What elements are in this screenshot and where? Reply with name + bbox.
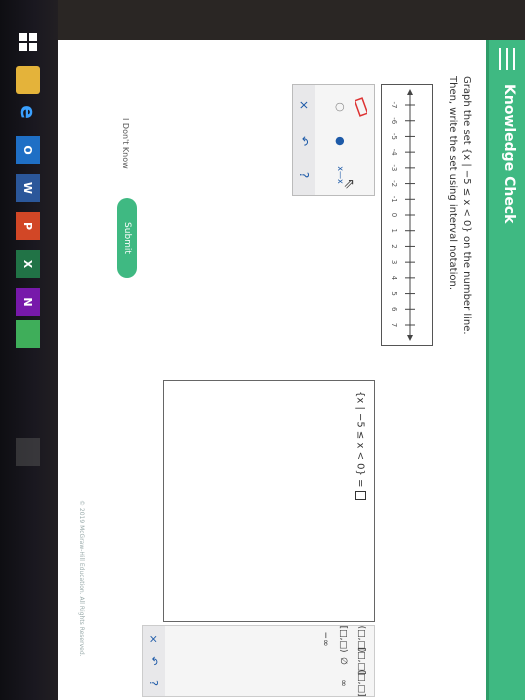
tick-label: 0 bbox=[390, 213, 398, 217]
excel-icon[interactable]: X bbox=[16, 250, 40, 278]
file-explorer-icon[interactable] bbox=[16, 66, 40, 94]
tick-label: -5 bbox=[390, 133, 398, 140]
app-icon[interactable] bbox=[16, 320, 40, 348]
knowledge-check-page: Knowledge Check Graph the set {x | −5 ≤ … bbox=[58, 40, 525, 700]
answer-expression-text: {x | −5 ≤ x < 0} = bbox=[354, 391, 366, 488]
closed-point-tool[interactable]: ● bbox=[332, 123, 350, 159]
tick-label: 1 bbox=[390, 228, 398, 232]
tick-label: -3 bbox=[390, 164, 398, 171]
pad-empty-set-button[interactable]: ∅ bbox=[336, 650, 350, 672]
clear-button[interactable]: × bbox=[293, 87, 315, 123]
windows-taskbar: e O W P X N bbox=[0, 0, 58, 700]
submit-button[interactable]: Submit bbox=[117, 198, 137, 278]
interval-notation-pad: (□,□) [□,□] (□,□] [□,□) ∅ ∞ −∞ bbox=[163, 625, 375, 697]
menu-icon[interactable] bbox=[497, 48, 517, 70]
screen: Knowledge Check Graph the set {x | −5 ≤ … bbox=[58, 40, 525, 700]
graph-tools-actions: × ↶ ? bbox=[292, 84, 315, 196]
mouse-cursor-icon: ⇖ bbox=[341, 178, 357, 190]
windows-start-icon[interactable] bbox=[16, 28, 40, 56]
dont-know-button[interactable]: I Don't Know bbox=[121, 118, 130, 169]
pad-closed-open-button[interactable]: [□,□) bbox=[336, 626, 350, 653]
desktop-icon[interactable] bbox=[16, 438, 40, 466]
tick-label: 6 bbox=[390, 307, 398, 312]
powerpoint-icon[interactable]: P bbox=[16, 212, 40, 240]
tick-label: 4 bbox=[390, 276, 398, 281]
tick-label: -2 bbox=[390, 180, 398, 187]
help-button[interactable]: ? bbox=[293, 157, 315, 193]
onenote-icon[interactable]: N bbox=[16, 288, 40, 316]
eraser-icon[interactable] bbox=[352, 89, 370, 125]
pad-actions: × ↶ ? bbox=[142, 625, 165, 697]
question-text: Graph the set {x | −5 ≤ x < 0} on the nu… bbox=[445, 76, 473, 335]
answer-input-box[interactable] bbox=[355, 490, 366, 500]
tick-label: -7 bbox=[390, 102, 398, 109]
number-line-graph[interactable]: -7 -6 -5 -4 -3 -2 -1 0 1 2 3 4 5 6 7 bbox=[381, 84, 433, 346]
pad-undo-button[interactable]: ↶ bbox=[143, 650, 165, 672]
tick-label: 5 bbox=[390, 291, 398, 295]
answer-expression: {x | −5 ≤ x < 0} = bbox=[354, 391, 366, 500]
page-title: Knowledge Check bbox=[501, 84, 517, 224]
question-line-1: Graph the set {x | −5 ≤ x < 0} on the nu… bbox=[461, 76, 472, 335]
answer-box[interactable]: {x | −5 ≤ x < 0} = bbox=[163, 380, 375, 622]
footer-copyright: © 2019 McGraw-Hill Education. All Rights… bbox=[78, 500, 85, 657]
word-icon[interactable]: W bbox=[16, 174, 40, 202]
pad-clear-button[interactable]: × bbox=[143, 628, 165, 650]
undo-button[interactable]: ↶ bbox=[293, 123, 315, 159]
tick-label: -1 bbox=[390, 196, 398, 203]
pad-neg-infinity-button[interactable]: −∞ bbox=[318, 628, 332, 650]
tick-label: -4 bbox=[390, 149, 398, 157]
pad-infinity-button[interactable]: ∞ bbox=[336, 672, 350, 694]
tick-label: 7 bbox=[390, 323, 398, 327]
pad-help-button[interactable]: ? bbox=[143, 672, 165, 694]
tick-label: 3 bbox=[390, 260, 398, 264]
header-bar: Knowledge Check bbox=[486, 40, 525, 700]
question-line-2: Then, write the set using interval notat… bbox=[447, 76, 458, 290]
edge-browser-icon[interactable]: e bbox=[16, 98, 40, 126]
tick-label: 2 bbox=[390, 244, 398, 248]
tick-label: -6 bbox=[390, 117, 398, 125]
open-point-tool[interactable]: ○ bbox=[332, 89, 350, 125]
number-line-svg[interactable]: -7 -6 -5 -4 -3 -2 -1 0 1 2 3 4 5 6 7 bbox=[382, 85, 432, 345]
outlook-icon[interactable]: O bbox=[16, 136, 40, 164]
pad-open-closed-button[interactable]: (□,□] bbox=[354, 670, 368, 697]
